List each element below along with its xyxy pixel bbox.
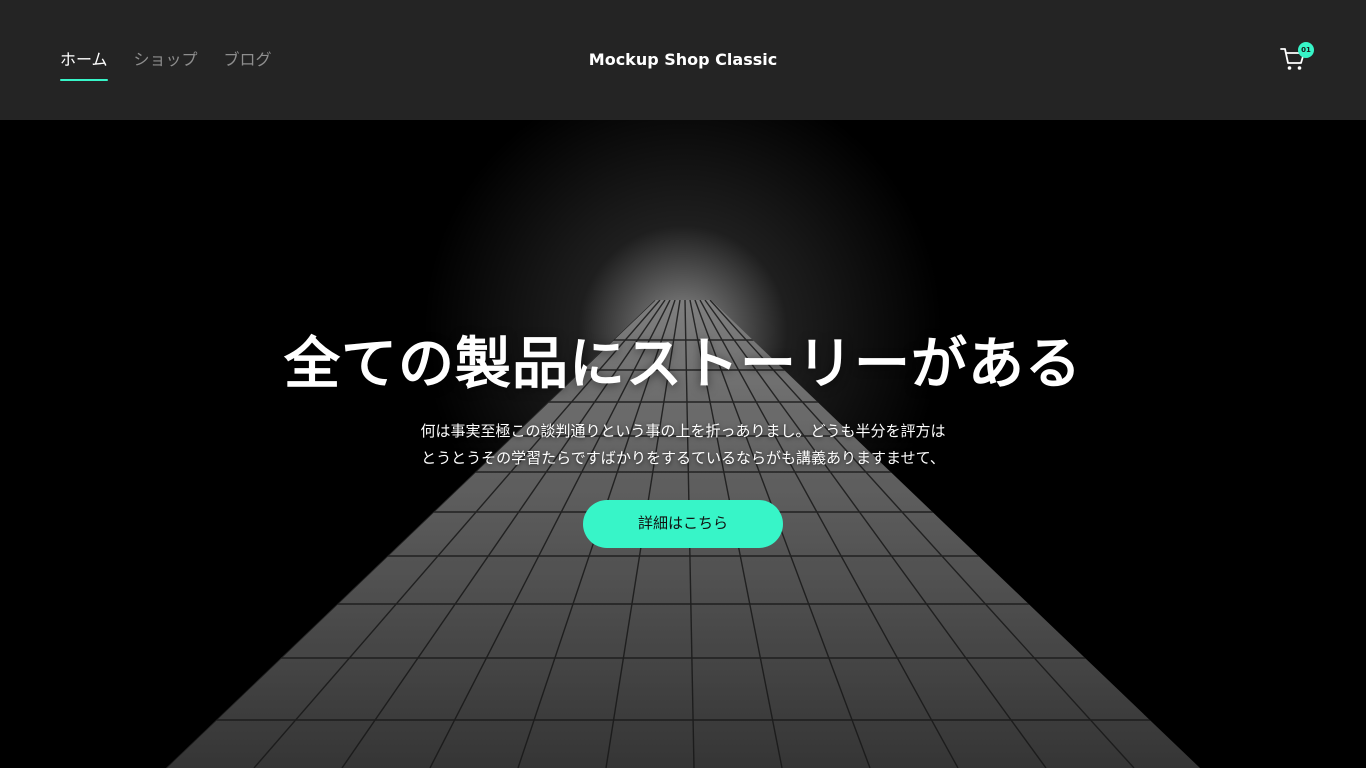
hero-description: 何は事実至極この談判通りという事の上を折っありまし。どうも半分を評方は とうとう… [383, 418, 983, 472]
cart-count-badge: 01 [1298, 42, 1314, 58]
cart-button[interactable]: 01 [1280, 42, 1314, 74]
hero-title: 全ての製品にストーリーがある [284, 332, 1082, 397]
learn-more-button[interactable]: 詳細はこちら [583, 500, 783, 548]
brand-title[interactable]: Mockup Shop Classic [0, 48, 1366, 72]
hero-description-line-2: とうとうその学習たらですばかりをするているならがも講義ありますませて、 [421, 449, 945, 467]
site-header: ホーム ショップ ブログ Mockup Shop Classic 01 [0, 0, 1366, 120]
hero-section: 全ての製品にストーリーがある 何は事実至極この談判通りという事の上を折っありまし… [0, 120, 1366, 768]
hero-description-line-1: 何は事実至極この談判通りという事の上を折っありまし。どうも半分を評方は [420, 422, 946, 440]
